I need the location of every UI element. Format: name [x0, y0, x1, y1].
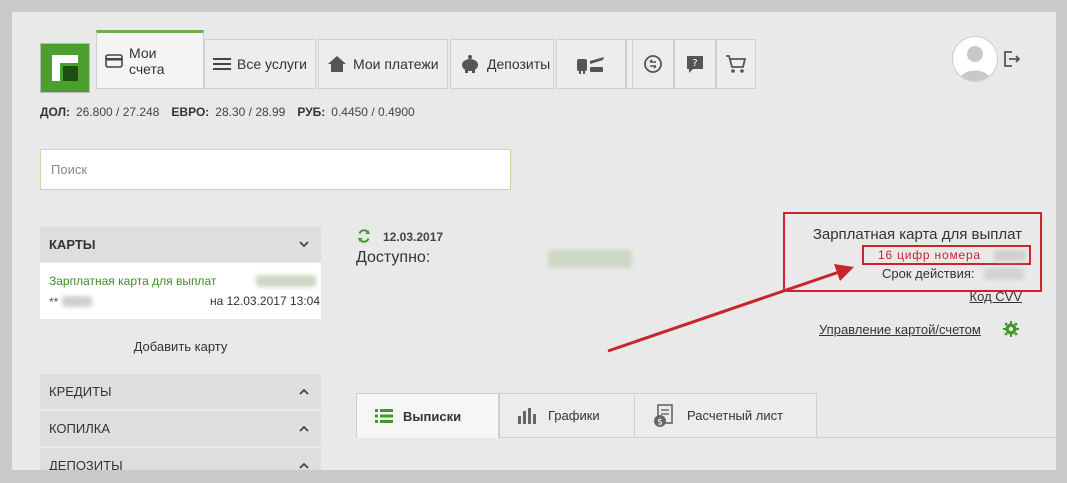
credits-section-header[interactable]: КРЕДИТЫ — [40, 374, 321, 409]
bank-logo[interactable] — [40, 43, 90, 93]
payslip-icon: $ — [654, 403, 673, 427]
travel-icon — [577, 57, 604, 74]
bar-chart-icon — [518, 407, 536, 424]
tab-statements[interactable]: Выписки — [356, 393, 499, 438]
cart-icon — [726, 55, 747, 73]
user-icon — [959, 46, 991, 81]
gear-icon — [1003, 321, 1019, 337]
logo-icon — [52, 55, 78, 81]
statements-icon — [375, 409, 393, 423]
chevron-up-icon — [299, 462, 309, 469]
top-navigation: Мои счета Все услуги Мои платежи Депозит… — [12, 12, 1056, 93]
svg-text:$: $ — [657, 417, 663, 427]
tab-label: Депозиты — [487, 56, 551, 72]
cards-section-header[interactable]: КАРТЫ — [40, 227, 321, 262]
card-date: на 12.03.2017 13:04 — [209, 294, 320, 308]
app-frame: Мои счета Все услуги Мои платежи Депозит… — [12, 12, 1056, 470]
tabs-divider — [498, 437, 1056, 438]
piggy-bank-icon — [462, 55, 478, 73]
logout-icon — [1004, 51, 1021, 67]
avatar[interactable] — [952, 36, 998, 82]
redacted-available-amount — [548, 250, 632, 268]
cvv-link[interactable]: Код CVV — [970, 289, 1022, 304]
rate-usd: ДОЛ: 26.800 / 27.248 — [40, 105, 160, 119]
tab-all-services[interactable]: Все услуги — [204, 39, 316, 89]
card-icon — [105, 53, 123, 68]
card-name: Зарплатная карта для выплат — [49, 274, 217, 288]
exchange-icon — [644, 55, 662, 73]
settings-button[interactable] — [1003, 321, 1019, 342]
tab-label: Все услуги — [237, 56, 307, 72]
tab-label: Мои счета — [129, 44, 165, 77]
tab-deposits[interactable]: Депозиты — [450, 39, 554, 89]
expiry-label: Срок действия: — [882, 266, 975, 281]
savings-section-header[interactable]: КОПИЛКА — [40, 411, 321, 446]
tab-my-payments[interactable]: Мои платежи — [318, 39, 448, 89]
redacted-expiry-date — [984, 268, 1024, 280]
add-card-link[interactable]: Добавить карту — [40, 339, 321, 354]
redacted-card-number — [62, 296, 92, 307]
card-list-item[interactable]: Зарплатная карта для выплат ** на 12.03.… — [40, 263, 321, 319]
home-icon — [328, 56, 346, 72]
redacted-card-number-digits — [994, 250, 1026, 261]
list-icon — [213, 58, 231, 70]
available-label: Доступно: — [356, 249, 431, 266]
tab-payslip[interactable]: $ Расчетный лист — [634, 393, 817, 438]
tab-currency-exchange[interactable] — [632, 39, 674, 89]
logout-button[interactable] — [1002, 50, 1021, 73]
tab-help[interactable]: ? — [674, 39, 716, 89]
deposits-section-header[interactable]: ДЕПОЗИТЫ — [40, 448, 321, 470]
manage-card-link[interactable]: Управление картой/счетом — [819, 322, 981, 337]
balance-date: 12.03.2017 — [383, 230, 444, 244]
refresh-button[interactable] — [357, 229, 371, 248]
redacted-balance — [256, 275, 316, 287]
tab-my-accounts[interactable]: Мои счета — [96, 30, 204, 89]
tab-travel[interactable] — [556, 39, 626, 89]
exchange-rates: ДОЛ: 26.800 / 27.248 ЕВРО: 28.30 / 28.99 Р… — [40, 105, 415, 119]
rate-eur: ЕВРО: 28.30 / 28.99 — [171, 105, 286, 119]
tab-label: Мои платежи — [353, 56, 439, 72]
chevron-down-icon — [299, 241, 309, 248]
chevron-up-icon — [299, 425, 309, 432]
svg-text:?: ? — [692, 58, 697, 69]
chevron-up-icon — [299, 388, 309, 395]
tab-charts[interactable]: Графики — [499, 393, 635, 438]
rate-rub: РУБ: 0.4450 / 0.4900 — [297, 105, 415, 119]
card-number-prefix: ** — [49, 295, 59, 309]
help-icon: ? — [687, 56, 703, 73]
refresh-icon — [358, 229, 370, 243]
search-input[interactable] — [40, 149, 511, 190]
tab-cart[interactable] — [716, 39, 756, 89]
